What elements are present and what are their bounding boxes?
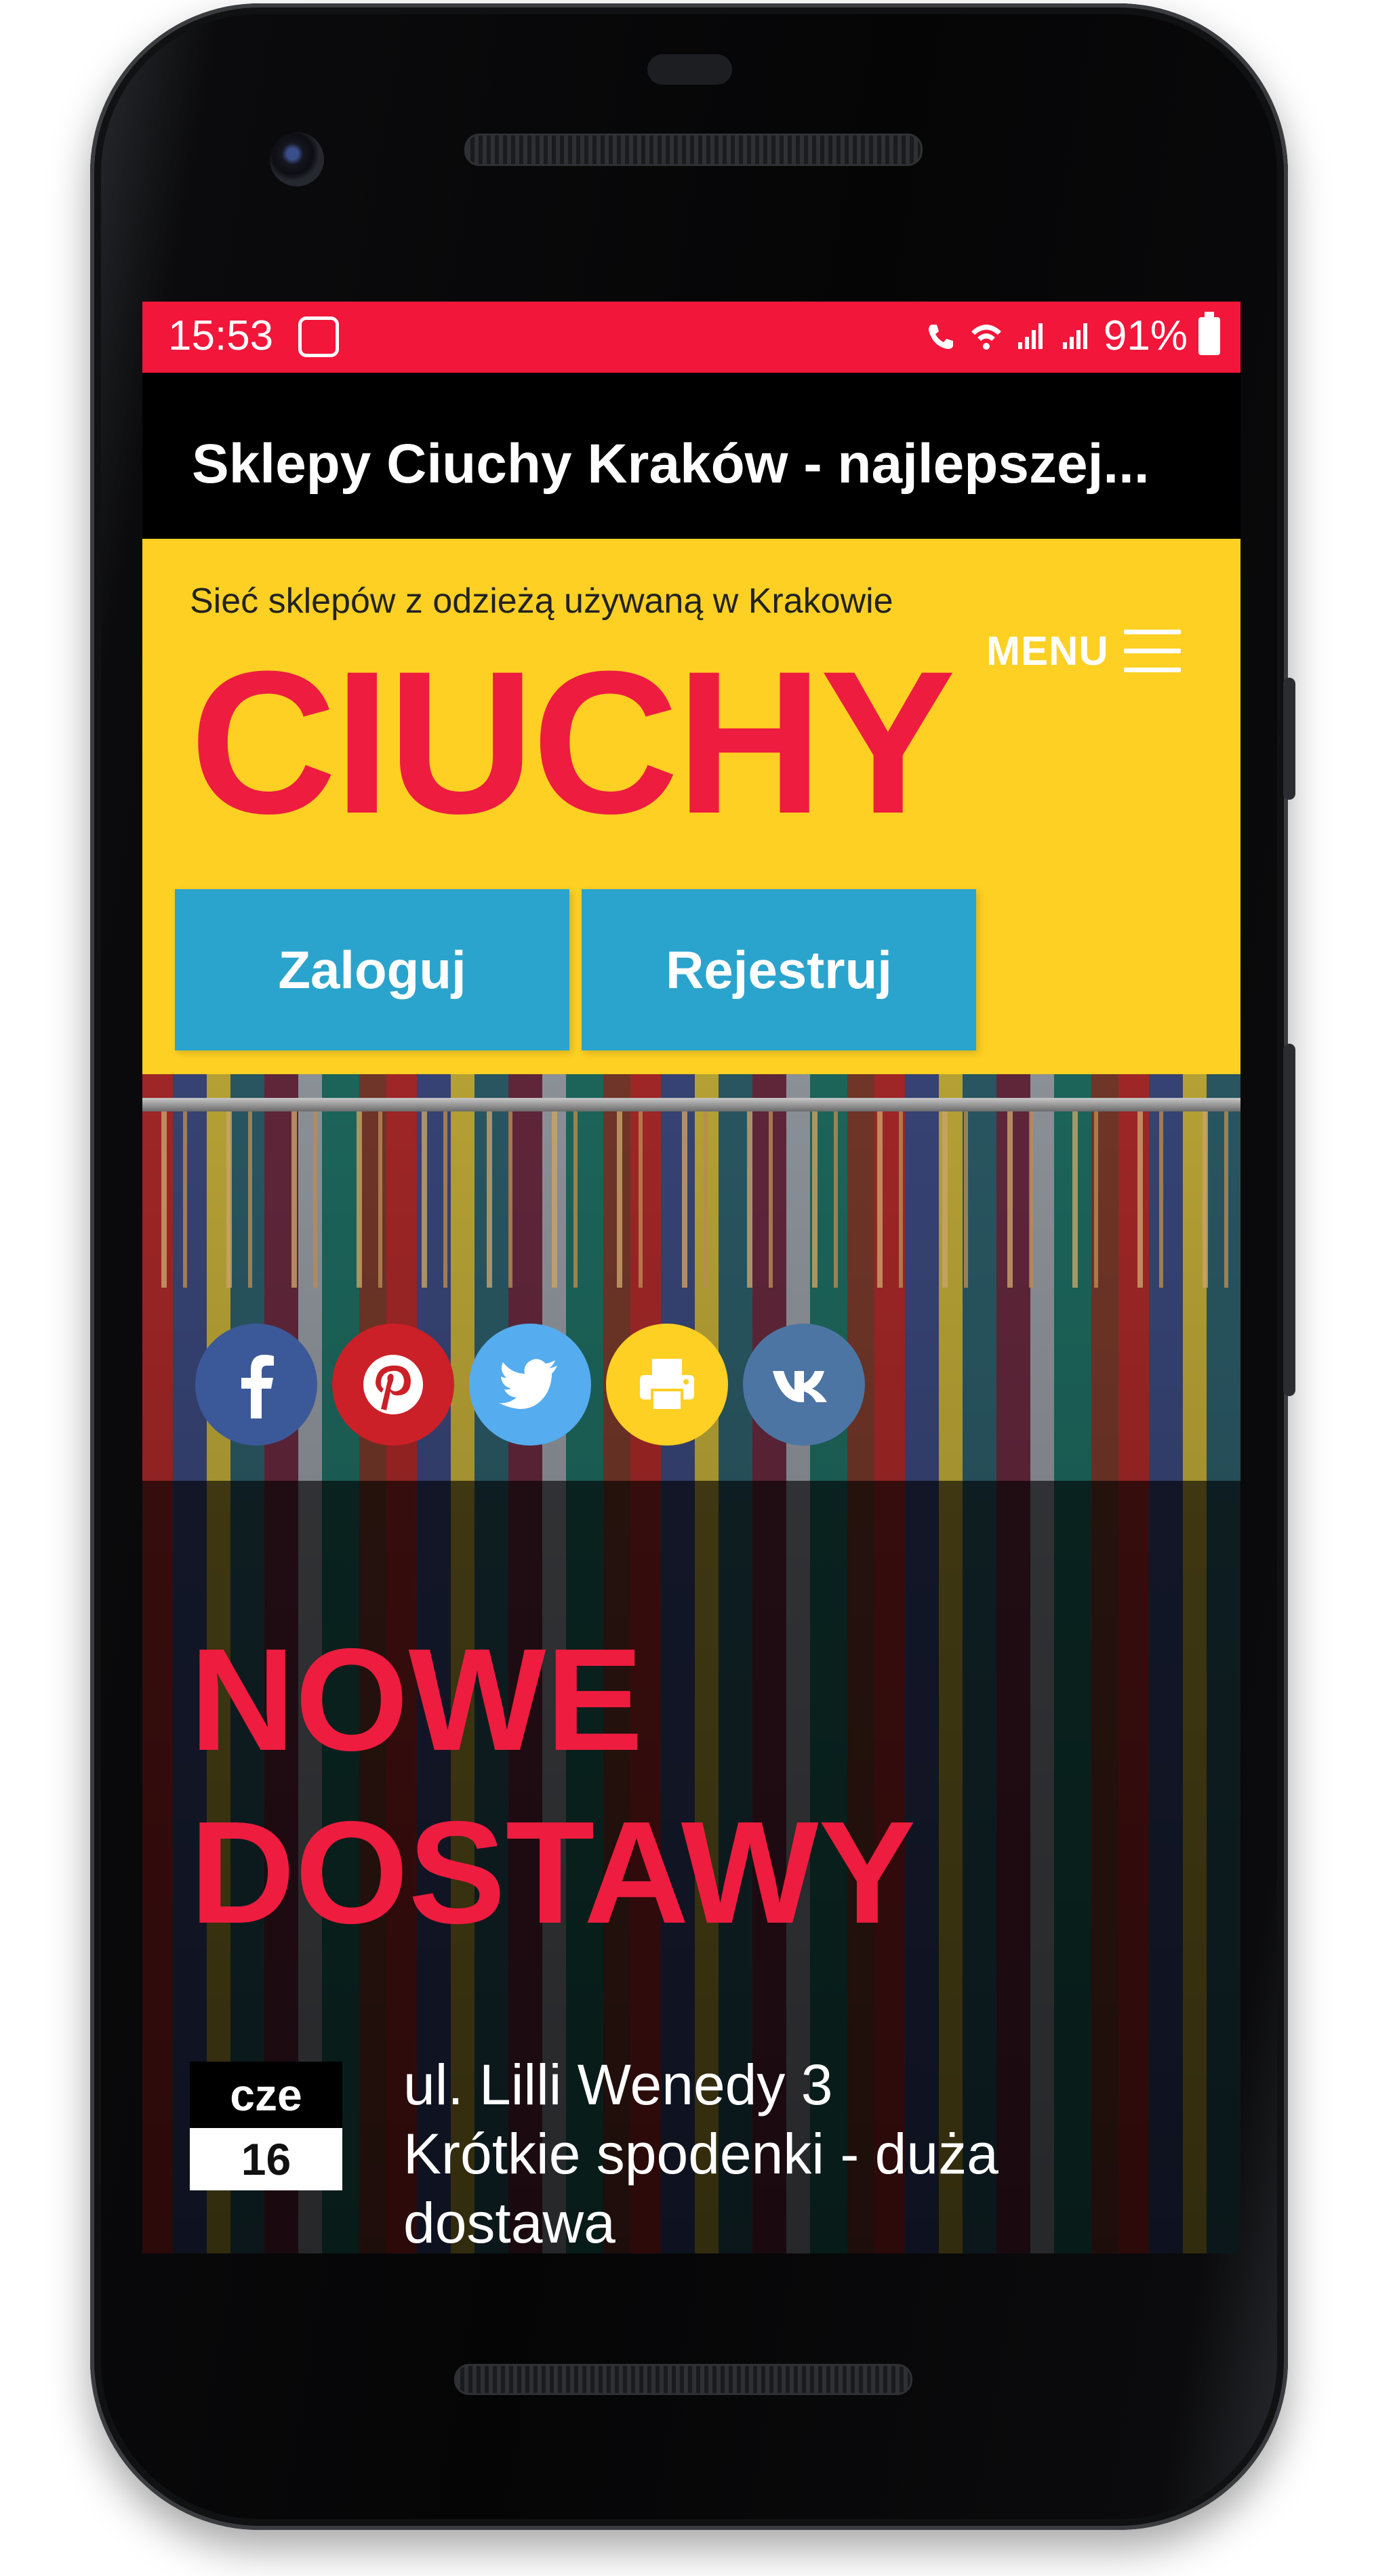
wifi-icon — [971, 325, 1001, 350]
battery-percent: 91% — [1103, 312, 1188, 359]
facebook-icon — [241, 1355, 274, 1418]
news-description: Krótkie spodenki - duża dostawa — [403, 2122, 998, 2253]
hero-title-line1: NOWE — [190, 1618, 643, 1781]
print-icon — [640, 1359, 694, 1412]
title-bar: Sklepy Ciuchy Kraków - najlepszej... — [142, 373, 1240, 539]
signal-icon-2 — [1062, 323, 1087, 349]
pinterest-share-button[interactable] — [332, 1324, 454, 1446]
login-button[interactable]: Zaloguj — [175, 889, 569, 1050]
volume-button — [1283, 1044, 1295, 1396]
print-button[interactable] — [606, 1324, 728, 1446]
site-logo[interactable]: CIUCHY — [190, 640, 956, 844]
power-button — [1283, 678, 1295, 800]
bottom-speaker — [454, 2364, 912, 2395]
hamburger-icon — [1123, 627, 1181, 674]
vk-icon — [773, 1371, 827, 1402]
clothes-rail — [142, 1098, 1240, 1111]
news-date: cze 16 — [190, 2062, 342, 2190]
news-item[interactable]: ul. Lilli Wenedy 3 Krótkie spodenki - du… — [403, 2050, 1183, 2253]
pinterest-icon — [363, 1355, 423, 1414]
earpiece — [647, 54, 732, 85]
twitter-share-button[interactable] — [469, 1324, 591, 1446]
hero-section: NOWE DOSTAWY cze 16 ul. Lilli Wenedy 3 K… — [142, 1074, 1240, 2253]
news-date-day: 16 — [190, 2128, 342, 2190]
status-right: 91% — [925, 312, 1220, 360]
screen: 15:53 91% Sklepy Ciuchy Kraków - najleps… — [142, 302, 1240, 2253]
menu-label: MENU — [986, 628, 1109, 674]
news-date-month: cze — [190, 2062, 342, 2128]
screenshot-notification-icon — [298, 316, 339, 357]
hero-title-line2: DOSTAWY — [190, 1791, 916, 1954]
menu-button[interactable]: MENU — [986, 620, 1181, 681]
page-title: Sklepy Ciuchy Kraków - najlepszej... — [192, 433, 1150, 495]
site-tagline: Sieć sklepów z odzieżą używaną w Krakowi… — [190, 581, 893, 621]
hangers-image — [142, 1111, 1240, 1288]
social-share-bar — [195, 1324, 865, 1446]
news-address: ul. Lilli Wenedy 3 — [403, 2053, 833, 2117]
vk-share-button[interactable] — [743, 1324, 865, 1446]
status-bar: 15:53 91% — [142, 302, 1240, 373]
wifi-calling-icon — [928, 325, 953, 349]
facebook-share-button[interactable] — [195, 1324, 317, 1446]
battery-icon — [1198, 312, 1220, 355]
signal-icon-1 — [1017, 323, 1043, 349]
status-time: 15:53 — [168, 312, 274, 359]
front-camera — [270, 132, 324, 186]
register-button[interactable]: Rejestruj — [582, 889, 976, 1050]
twitter-icon — [499, 1359, 557, 1409]
top-speaker — [464, 134, 923, 166]
hero-title: NOWE DOSTAWY — [190, 1613, 916, 1959]
site-header: Sieć sklepów z odzieżą używaną w Krakowi… — [142, 539, 1240, 1074]
